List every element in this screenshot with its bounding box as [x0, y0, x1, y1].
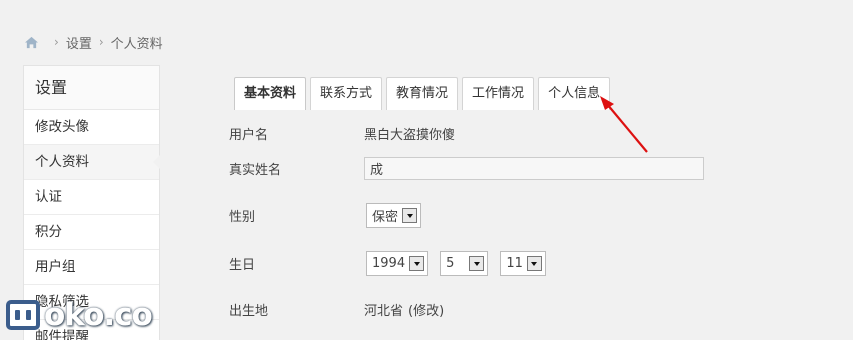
watermark-text: oko.co — [44, 297, 153, 333]
tv-logo-icon — [6, 300, 40, 330]
red-arrow-icon — [600, 96, 648, 153]
annotation-arrow-overlay — [600, 96, 648, 153]
watermark-logo: oko.co — [6, 297, 153, 333]
